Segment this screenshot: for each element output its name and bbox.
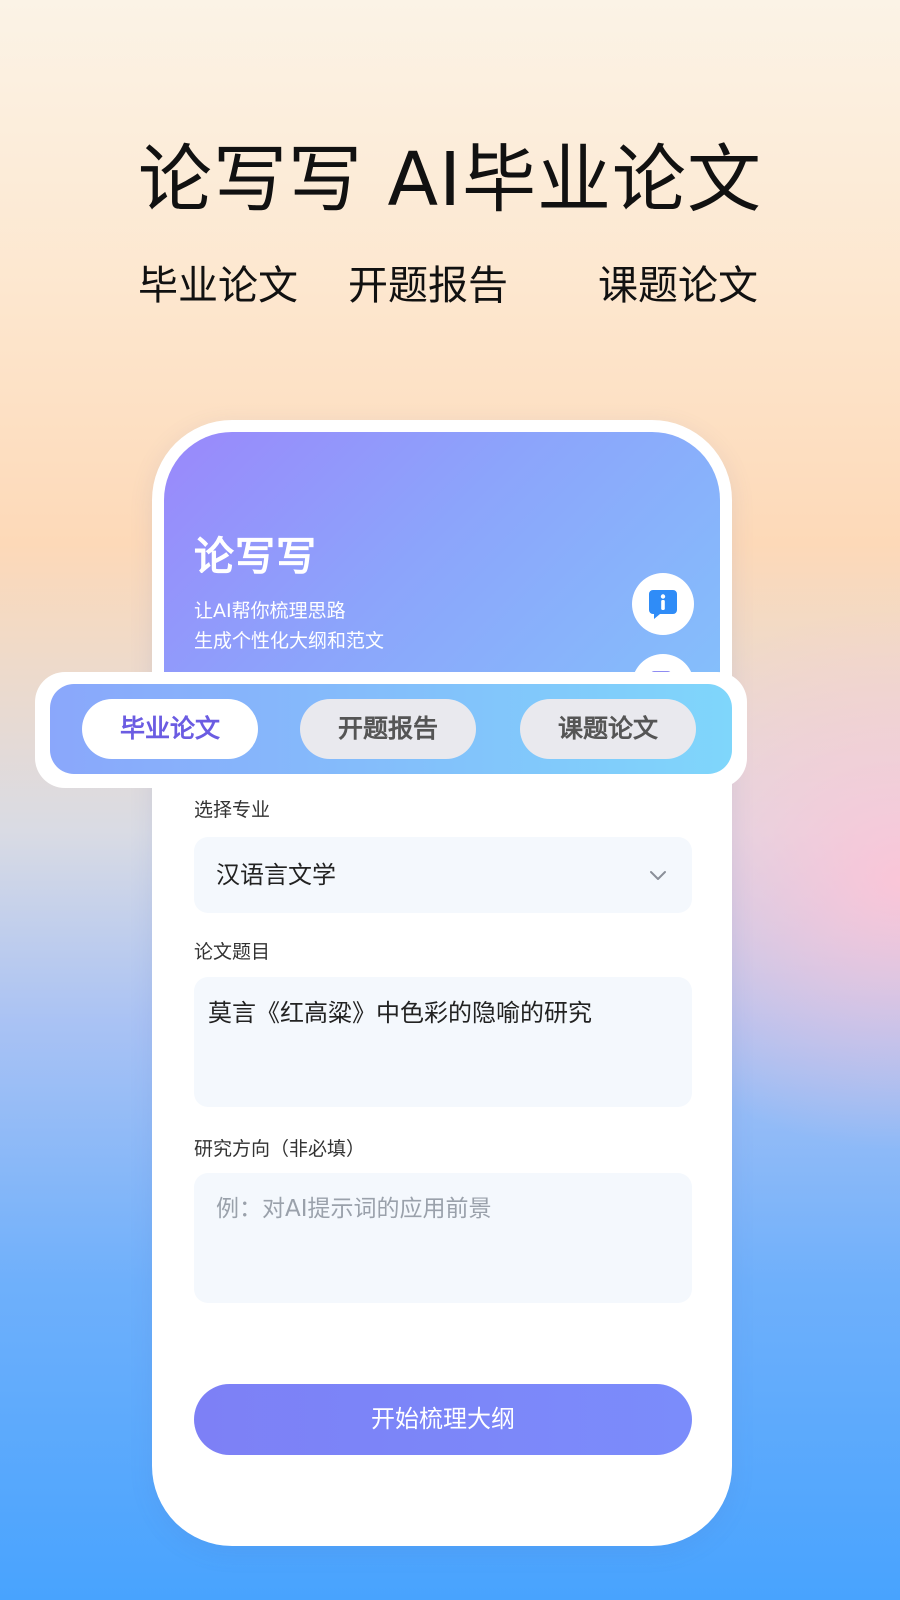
app-header: 论写写 让AI帮你梳理思路 生成个性化大纲和范文 (164, 432, 720, 702)
tab-proposal-report[interactable]: 开题报告 (300, 699, 476, 759)
thesis-type-tab-bar: 毕业论文 开题报告 课题论文 (35, 672, 747, 788)
feature-label-project-thesis: 课题论文 (598, 263, 758, 309)
info-button[interactable] (632, 573, 694, 635)
topic-textarea[interactable]: 莫言《红高粱》中色彩的隐喻的研究 (194, 977, 692, 1107)
tab-graduation-thesis[interactable]: 毕业论文 (82, 699, 258, 759)
research-direction-label: 研究方向（非必填） (194, 1138, 366, 1160)
topic-label: 论文题目 (194, 941, 271, 963)
feature-label-graduation-thesis: 毕业论文 (138, 263, 298, 309)
page-title: 论写写 AI毕业论文 (138, 137, 762, 223)
research-direction-textarea[interactable]: 例：对AI提示词的应用前景 (194, 1173, 692, 1303)
start-outline-button[interactable]: 开始梳理大纲 (194, 1384, 692, 1455)
research-direction-placeholder: 例：对AI提示词的应用前景 (216, 1196, 492, 1222)
app-tagline-line2: 生成个性化大纲和范文 (194, 630, 385, 652)
tab-bar-background: 毕业论文 开题报告 课题论文 (50, 684, 732, 774)
info-icon (649, 590, 677, 619)
feature-label-proposal-report: 开题报告 (348, 263, 508, 309)
tab-project-thesis[interactable]: 课题论文 (520, 699, 696, 759)
app-logo: 论写写 (194, 534, 317, 580)
app-tagline-line1: 让AI帮你梳理思路 (194, 600, 346, 622)
major-select[interactable]: 汉语言文学 (194, 837, 692, 913)
topic-textarea-value: 莫言《红高粱》中色彩的隐喻的研究 (208, 999, 592, 1027)
chevron-down-icon (650, 871, 666, 880)
major-select-value: 汉语言文学 (216, 861, 336, 889)
major-label: 选择专业 (194, 799, 271, 821)
